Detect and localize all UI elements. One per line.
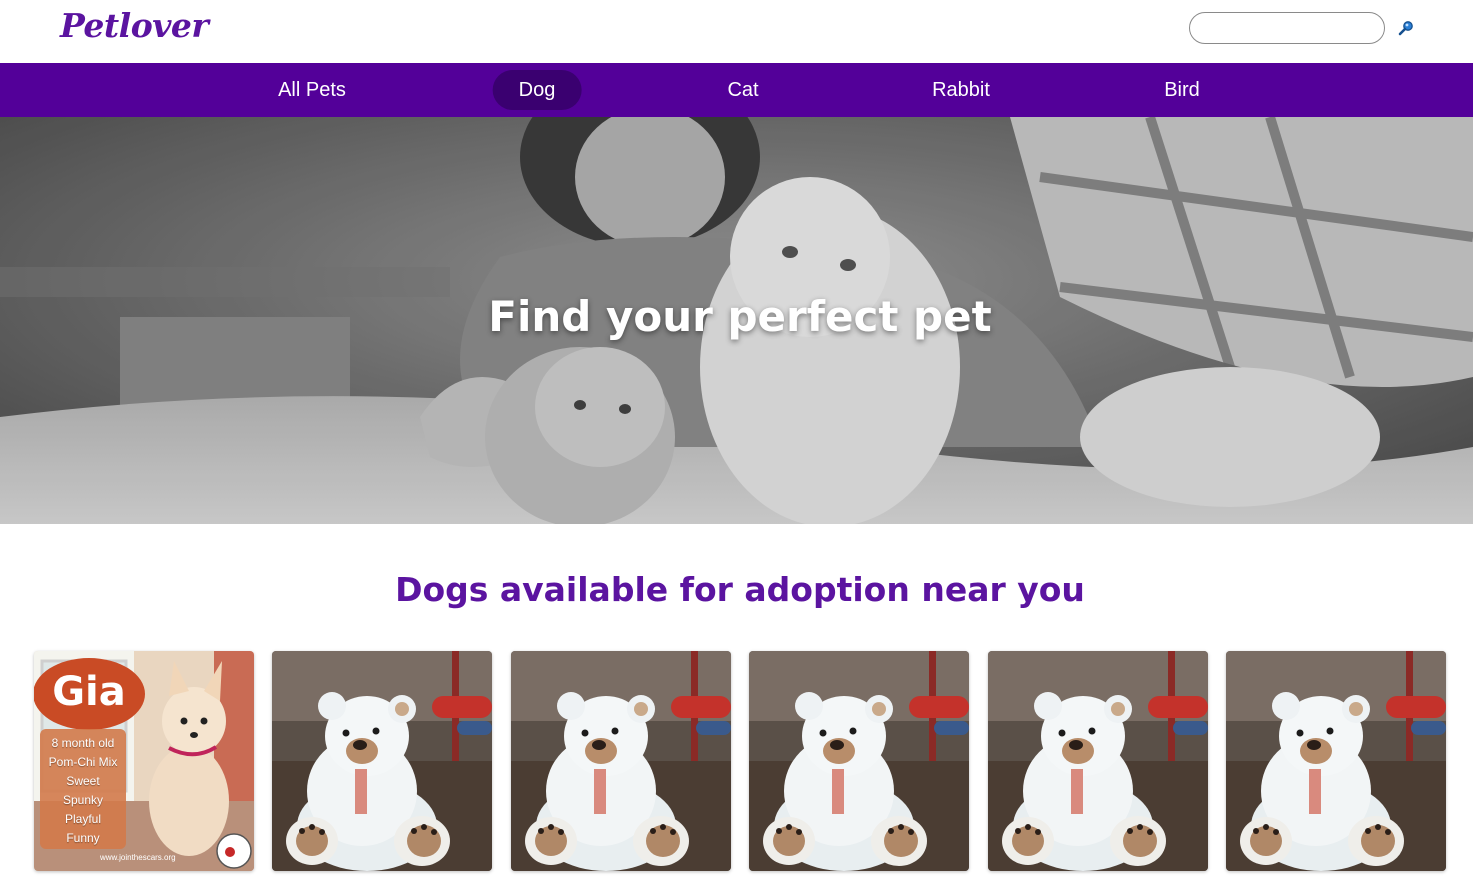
teddy-bear-photo (272, 651, 492, 871)
teddy-bear-photo (511, 651, 731, 871)
gia-detail-trait: Sweet (66, 774, 100, 788)
nav-item-cat[interactable]: Cat (701, 70, 784, 110)
gia-detail-breed: Pom-Chi Mix (48, 755, 118, 769)
pet-card[interactable] (272, 651, 492, 871)
gia-detail-age: 8 month old (51, 736, 115, 750)
gia-details: 8 month old Pom-Chi Mix Sweet Spunky Pla… (38, 734, 128, 848)
pet-card-gia[interactable]: Gia 8 month old Pom-Chi Mix Sweet Spunky… (34, 651, 254, 871)
site-logo[interactable]: Petlover (60, 6, 209, 45)
pet-card[interactable] (749, 651, 969, 871)
gia-detail-trait: Spunky (62, 793, 104, 807)
search-input[interactable] (1189, 12, 1385, 44)
teddy-bear-photo (1226, 651, 1446, 871)
teddy-bear-photo (988, 651, 1208, 871)
teddy-bear-photo (749, 651, 969, 871)
pet-card[interactable] (511, 651, 731, 871)
pet-card[interactable] (1226, 651, 1446, 871)
nav-item-dog[interactable]: Dog (492, 70, 582, 110)
main-nav: All Pets Dog Cat Rabbit Bird (0, 63, 1473, 117)
gia-url: www.jointhescars.org (100, 853, 176, 862)
nav-item-rabbit[interactable]: Rabbit (906, 70, 1016, 110)
gia-detail-trait: Funny (66, 831, 100, 845)
top-bar: Petlover (0, 0, 1473, 63)
magnifier-icon[interactable] (1397, 18, 1415, 38)
gia-detail-trait: Playful (64, 812, 102, 826)
hero-title: Find your perfect pet (488, 292, 992, 341)
pet-card[interactable] (988, 651, 1208, 871)
hero-banner: Find your perfect pet (0, 117, 1473, 524)
section-title: Dogs available for adoption near you (395, 570, 1085, 609)
nav-item-bird[interactable]: Bird (1138, 70, 1226, 110)
nav-item-all-pets[interactable]: All Pets (252, 70, 372, 110)
gia-name: Gia (52, 669, 126, 715)
